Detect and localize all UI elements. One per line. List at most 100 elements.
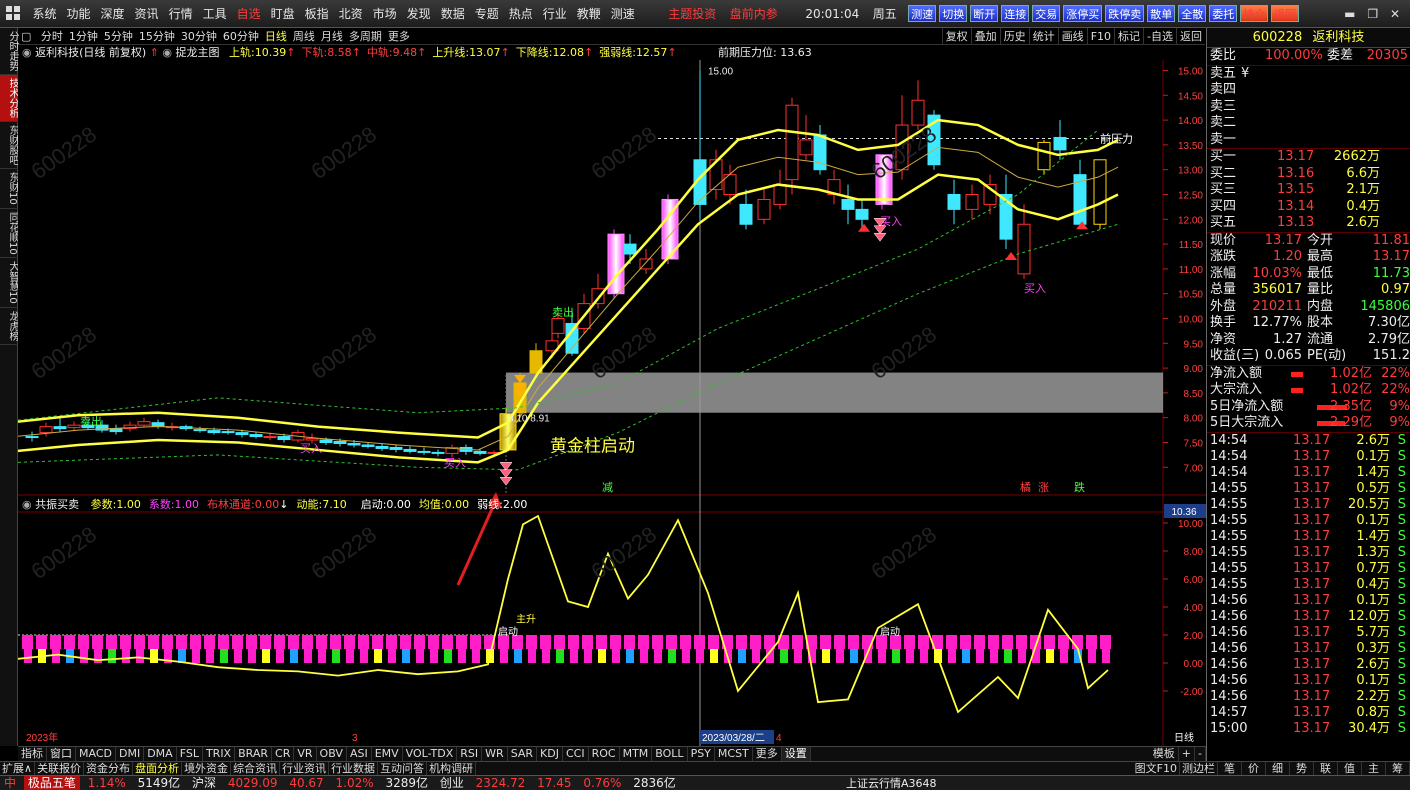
period-10[interactable]: 更多 — [385, 28, 413, 45]
left-tab-5[interactable]: 大智慧10 — [0, 258, 18, 309]
menu-item-7[interactable]: 盯盘 — [266, 0, 300, 28]
status-msg[interactable]: 上证云行情A3648 — [842, 776, 941, 790]
bottom-right-8[interactable]: 主 — [1362, 762, 1386, 776]
menu-item-6[interactable]: 自选 — [232, 0, 266, 28]
tool-7[interactable]: -自选 — [1143, 28, 1176, 45]
indicator-right-1[interactable]: + — [1179, 747, 1196, 761]
menu-item-3[interactable]: 资讯 — [130, 0, 164, 28]
indicator-tab-23[interactable]: MCST — [715, 747, 753, 761]
bottom-tab-9[interactable]: 机构调研 — [427, 762, 477, 776]
period-2[interactable]: 5分钟 — [101, 28, 136, 45]
menu-item-11[interactable]: 发现 — [402, 0, 436, 28]
toolbar-button-3[interactable]: 连接 — [1001, 5, 1030, 22]
bottom-right-2[interactable]: 笔 — [1218, 762, 1242, 776]
menu-item-16[interactable]: 教鞭 — [572, 0, 606, 28]
menu-item-0[interactable]: 系统 — [28, 0, 62, 28]
toolbar-button-8[interactable]: 全散 — [1178, 5, 1207, 22]
period-5[interactable]: 60分钟 — [220, 28, 262, 45]
bottom-right-4[interactable]: 细 — [1266, 762, 1290, 776]
stock-header[interactable]: 600228 返利科技 — [1207, 28, 1410, 48]
menu-item-12[interactable]: 数据 — [436, 0, 470, 28]
menu-item-2[interactable]: 深度 — [96, 0, 130, 28]
bottom-tab-1[interactable]: 关联报价 — [35, 762, 85, 776]
indicator-tab-20[interactable]: MTM — [620, 747, 653, 761]
indicator-tab-5[interactable]: FSL — [177, 747, 203, 761]
indicator-tab-25[interactable]: 设置 — [781, 747, 811, 761]
bottom-tab-3[interactable]: 盘面分析 — [133, 762, 183, 776]
bottom-right-0[interactable]: 图文F10 — [1133, 762, 1180, 776]
status-idx3-name[interactable]: 创业 — [436, 776, 468, 790]
indicator-tab-17[interactable]: KDJ — [537, 747, 563, 761]
buy-row-3[interactable]: 买四 13.14 0.4万 — [1207, 199, 1410, 216]
left-tab-0[interactable]: 分时走势 — [0, 28, 18, 75]
tool-8[interactable]: 返回 — [1176, 28, 1205, 45]
toolbar-button-11[interactable]: 返回 — [1271, 5, 1300, 22]
bottom-tab-5[interactable]: 综合资讯 — [231, 762, 281, 776]
toolbar-button-1[interactable]: 切换 — [939, 5, 968, 22]
bottom-tab-0[interactable]: 扩展∧ — [0, 762, 36, 776]
buy-row-4[interactable]: 买五 13.13 2.6万 — [1207, 215, 1410, 232]
indicator-tab-2[interactable]: MACD — [76, 747, 116, 761]
indicator-tab-3[interactable]: DMI — [116, 747, 145, 761]
indicator-tab-10[interactable]: OBV — [317, 747, 347, 761]
buy-row-0[interactable]: 买一 13.17 2662万 — [1207, 149, 1410, 166]
menu-item-1[interactable]: 功能 — [62, 0, 96, 28]
period-7[interactable]: 周线 — [290, 28, 318, 45]
indicator-tab-22[interactable]: PSY — [688, 747, 715, 761]
tool-0[interactable]: 复权 — [941, 28, 971, 45]
status-brand[interactable]: 极品五笔 — [23, 776, 80, 790]
period-9[interactable]: 多周期 — [346, 28, 385, 45]
indicator-tab-15[interactable]: WR — [482, 747, 508, 761]
indicator-tab-18[interactable]: CCI — [563, 747, 589, 761]
menu-item-5[interactable]: 工具 — [198, 0, 232, 28]
menu-item-14[interactable]: 热点 — [504, 0, 538, 28]
bottom-tab-8[interactable]: 互动问答 — [378, 762, 428, 776]
left-tab-4[interactable]: 同花顺10 — [0, 209, 18, 259]
bottom-right-6[interactable]: 联 — [1314, 762, 1338, 776]
bottom-right-9[interactable]: 筹 — [1386, 762, 1410, 776]
bottom-tab-2[interactable]: 资金分布 — [84, 762, 134, 776]
left-tab-1[interactable]: 技术分析 — [0, 75, 18, 122]
menu-item-10[interactable]: 市场 — [368, 0, 402, 28]
indicator-tab-21[interactable]: BOLL — [652, 747, 688, 761]
period-6[interactable]: 日线 — [262, 28, 290, 45]
bottom-tab-6[interactable]: 行业资讯 — [280, 762, 330, 776]
menu-item-8[interactable]: 板指 — [300, 0, 334, 28]
tool-1[interactable]: 叠加 — [970, 28, 1000, 45]
sub-toggle-icon[interactable]: ◉ — [22, 498, 32, 511]
menu-red-2[interactable]: 盘前内参 — [725, 0, 783, 28]
chart-area[interactable]: 15.00 14.50 14.00 13.50 13.00 12.50 12.00 11.50… — [18, 60, 1206, 746]
indicator-tab-12[interactable]: EMV — [372, 747, 403, 761]
tool-5[interactable]: F10 — [1086, 28, 1114, 45]
period-4[interactable]: 30分钟 — [178, 28, 220, 45]
period-3[interactable]: 15分钟 — [136, 28, 178, 45]
indicator-tab-1[interactable]: 窗口 — [47, 747, 76, 761]
bottom-tab-7[interactable]: 行业数据 — [329, 762, 379, 776]
bottom-right-1[interactable]: 测边栏 — [1180, 762, 1218, 776]
close-icon[interactable]: ✕ — [1386, 7, 1404, 21]
indicator-tab-24[interactable]: 更多 — [753, 747, 782, 761]
toolbar-button-9[interactable]: 委托 — [1209, 5, 1238, 22]
status-idx2-name[interactable]: 沪深 — [188, 776, 220, 790]
toolbar-button-4[interactable]: 交易 — [1032, 5, 1061, 22]
menu-item-15[interactable]: 行业 — [538, 0, 572, 28]
indicator-tab-19[interactable]: ROC — [589, 747, 620, 761]
period-0[interactable]: 分时 — [38, 28, 66, 45]
indicator-tab-11[interactable]: ASI — [347, 747, 372, 761]
menu-item-17[interactable]: 测速 — [606, 0, 640, 28]
buy-row-1[interactable]: 买二 13.16 6.6万 — [1207, 166, 1410, 183]
indicator-tab-7[interactable]: BRAR — [235, 747, 273, 761]
toolbar-button-2[interactable]: 断开 — [970, 5, 999, 22]
toolbar-button-7[interactable]: 散单 — [1147, 5, 1176, 22]
toolbar-button-6[interactable]: 跌停卖 — [1105, 5, 1145, 22]
legend-toggle-icon[interactable]: ◉ — [22, 46, 32, 59]
left-tab-2[interactable]: 东财股吧 — [0, 122, 18, 169]
minimize-icon[interactable]: ▬ — [1340, 7, 1359, 21]
period-8[interactable]: 月线 — [318, 28, 346, 45]
buy-row-2[interactable]: 买三 13.15 2.1万 — [1207, 182, 1410, 199]
menu-red-1[interactable]: 主题投资 — [663, 0, 721, 28]
menu-item-9[interactable]: 北资 — [334, 0, 368, 28]
tool-6[interactable]: 标记 — [1114, 28, 1143, 45]
sub-legend-name[interactable]: 共振买卖 — [35, 498, 79, 511]
tool-2[interactable]: 历史 — [999, 28, 1029, 45]
